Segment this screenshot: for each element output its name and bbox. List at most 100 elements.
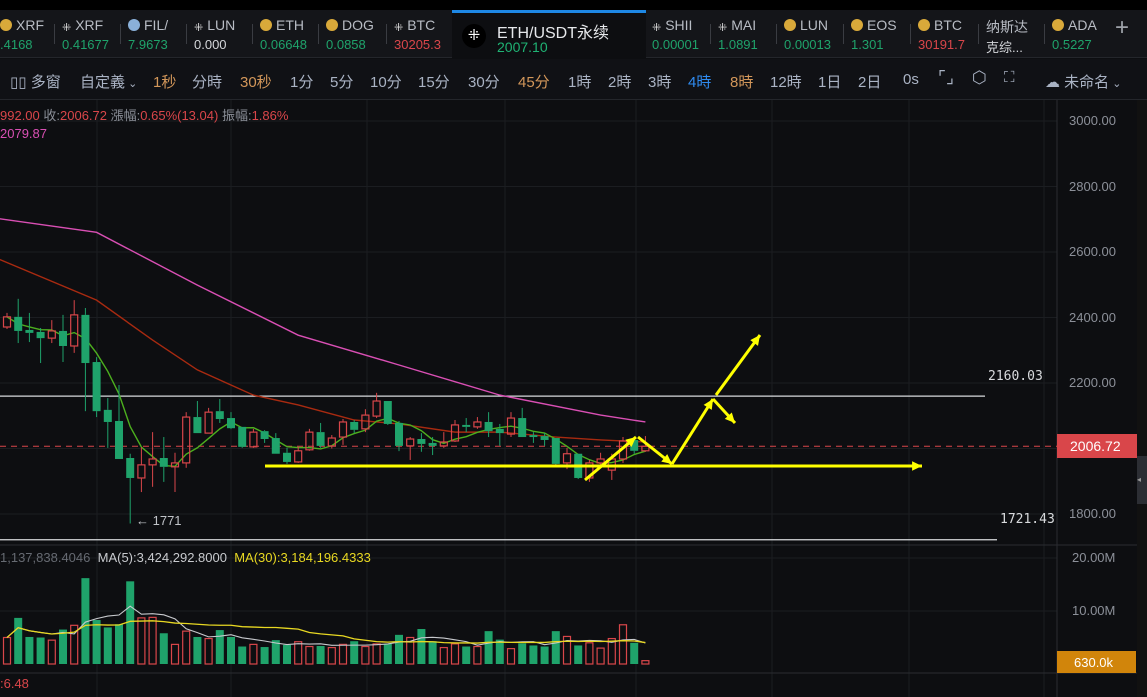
ticker-tab[interactable]: ⁜ SHII 0.00001 [644, 10, 712, 58]
ma-value: 2079.87 [0, 126, 47, 141]
ticker-price: 30205.3 [394, 37, 441, 52]
divider [120, 24, 121, 44]
candle-up [148, 458, 157, 466]
volume-bar [428, 641, 437, 664]
chevron-down-icon: ⌄ [125, 78, 138, 90]
tab-active-eth-usdt[interactable]: ⁜ ETH/USDT永续 2007.10 [452, 10, 646, 58]
volume-bar [618, 624, 628, 665]
interval-16[interactable]: 2日 [858, 71, 881, 92]
interval-1[interactable]: 分時 [192, 71, 222, 92]
ticker-tab[interactable]: ⁜ MAI 1.0891 [710, 10, 776, 58]
interval-8[interactable]: 45分 [518, 71, 550, 92]
interval-7[interactable]: 30分 [468, 71, 500, 92]
drawing-arrow [584, 435, 637, 482]
ticker-tab[interactable]: LUN 0.00013 [776, 10, 844, 58]
volume-bar [14, 617, 23, 664]
volume-bar [294, 641, 303, 665]
volume-bar [283, 644, 291, 664]
collapse-panel-handle[interactable]: ◂ [1137, 456, 1147, 504]
ticker-tab[interactable]: ⁜ XRF 0.41677 [54, 10, 120, 58]
candle-down [14, 316, 23, 331]
volume-bar [395, 634, 403, 664]
okx-icon: ⁜ [462, 24, 486, 48]
interval-2[interactable]: 30秒 [240, 71, 272, 92]
ticker-tab[interactable]: ADA 0.5227 [1044, 10, 1108, 58]
coin-icon [918, 19, 930, 31]
ticker-price: 0.00001 [652, 37, 699, 52]
candle-down [25, 329, 34, 333]
volume-bar [182, 630, 191, 665]
volume-bar [249, 643, 258, 665]
interval-12[interactable]: 4時 [688, 71, 711, 92]
interval-10[interactable]: 2時 [608, 71, 631, 92]
candle-down [551, 438, 560, 464]
interval-9[interactable]: 1時 [568, 71, 591, 92]
drawing-support-arrow-head [912, 461, 922, 471]
divider [978, 24, 979, 44]
divider [54, 24, 55, 44]
ticker-tab[interactable]: ⁜ LUN 0.000 [186, 10, 250, 58]
interval-13[interactable]: 8時 [730, 71, 753, 92]
ticker-price: 0.000 [194, 37, 227, 52]
volume-bar [193, 636, 202, 664]
ticker-tab[interactable]: ETH 0.06648 [252, 10, 320, 58]
interval-14[interactable]: 12時 [770, 71, 802, 92]
volume-bar [450, 643, 460, 665]
interval-11[interactable]: 3時 [648, 71, 671, 92]
add-indicator-icon[interactable]: ⌜⌟ [938, 68, 954, 88]
ticker-name: BTC [407, 17, 436, 33]
ticker-tab[interactable]: EOS 1.301 [843, 10, 911, 58]
ticker-tab[interactable]: DOG 0.0858 [318, 10, 386, 58]
interval-17[interactable]: 0s [903, 71, 919, 88]
interval-15[interactable]: 1日 [818, 71, 841, 92]
okx-icon: ⁜ [194, 22, 204, 33]
volume-bar [137, 617, 146, 665]
candle-down [540, 436, 549, 440]
okx-icon: ⁜ [394, 22, 404, 33]
divider [186, 24, 187, 44]
candle-down [193, 417, 202, 434]
ticker-name: LUN [207, 17, 236, 33]
interval-3[interactable]: 1分 [290, 71, 313, 92]
volume-bar [227, 636, 235, 664]
volume-bar [361, 645, 370, 665]
ticker-tab[interactable]: ⁜ BTC 30205.3 [386, 10, 450, 58]
settings-hexagon-icon[interactable]: ⬡ [972, 68, 987, 88]
add-tab-button[interactable]: + [1115, 14, 1129, 42]
ticker-tab[interactable]: BTC 30191.7 [910, 10, 978, 58]
candle-down [260, 431, 269, 440]
low-marker: ← 1771 [136, 513, 182, 528]
filecoin-icon [128, 19, 140, 31]
interval-4[interactable]: 5分 [330, 71, 353, 92]
candle-down [227, 418, 235, 429]
drawing-arrow [670, 398, 715, 465]
grid-icon: ▯▯ [10, 74, 31, 91]
ticker-tab[interactable]: XRF .4168 [0, 10, 56, 58]
interval-5[interactable]: 10分 [370, 71, 402, 92]
okx-icon: ⁜ [652, 22, 662, 33]
fullscreen-icon[interactable]: ⛶ [1004, 69, 1015, 86]
volume-bar [170, 643, 180, 665]
candle-down [383, 401, 392, 424]
candlestick-chart[interactable] [0, 100, 1147, 697]
chevron-down-icon: ⌄ [1109, 78, 1122, 90]
custom-interval-dropdown[interactable]: 自定義 ⌄ [80, 71, 137, 92]
drawing-arrow [714, 334, 762, 396]
ticker-name: MAI [731, 17, 757, 33]
interval-0[interactable]: 1秒 [153, 71, 176, 92]
volume-bar [305, 645, 314, 665]
cloud-icon: ☁ [1045, 74, 1065, 91]
multiwindow-button[interactable]: ▯▯ 多窗 [10, 71, 61, 92]
candle-down [350, 421, 359, 430]
divider [1044, 24, 1045, 44]
tick-10m: 10.00M [1072, 603, 1116, 618]
volume-bar [417, 629, 426, 664]
current-volume-tag: 630.0k [1057, 651, 1136, 673]
ticker-tab[interactable]: FIL/7.9673 [120, 10, 186, 58]
candle-up [249, 431, 258, 448]
interval-6[interactable]: 15分 [418, 71, 450, 92]
layout-dropdown[interactable]: ☁ 未命名 ⌄ [1045, 71, 1121, 92]
active-ticker-price: 2007.10 [497, 39, 548, 55]
ticker-tab[interactable]: 纳斯达 克综... [978, 10, 1044, 58]
volume-bar [495, 639, 504, 664]
